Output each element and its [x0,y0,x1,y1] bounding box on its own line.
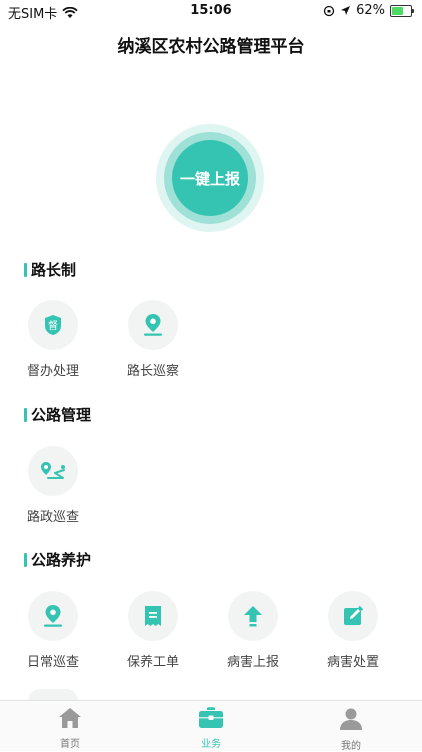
grid-item-label: 路政巡查 [26,510,79,525]
location-pin-icon [44,605,62,627]
icon-circle [228,591,278,641]
bottom-tab-bar: 首页 业务 我的 [0,700,422,752]
briefcase-icon [199,707,223,728]
grid-item-supervise[interactable]: 督 督办处理 [3,300,103,379]
icon-circle [28,591,78,641]
section-title-label: 公路管理 [31,406,92,424]
grid-item-label: 日常巡查 [26,655,79,670]
battery-percent: 62% [356,3,385,18]
tab-label: 业务 [201,739,221,750]
grid-item-label: 病害处置 [326,655,379,670]
upload-arrow-icon [244,606,262,627]
grid-item-road-admin-patrol[interactable]: 路政巡查 [3,446,103,525]
grid-item-road-chief-patrol[interactable]: 路长巡察 [103,300,203,379]
tab-home[interactable]: 首页 [10,707,130,750]
section-accent-bar [24,552,27,567]
tab-label: 首页 [60,739,80,750]
badge-char: 督 [48,319,58,332]
tab-business[interactable]: 业务 [151,707,271,750]
grid-item-daily-patrol[interactable]: 日常巡查 [3,591,103,670]
section-accent-bar [24,262,27,277]
section-title-road-management: 公路管理 [24,404,91,425]
section-title-label: 路长制 [31,261,77,279]
battery-fill [392,6,403,15]
location-pin-icon [144,314,162,336]
user-icon [340,708,362,730]
grid-item-defect-handling[interactable]: 病害处置 [303,591,403,670]
grid-item-label: 督办处理 [26,364,79,379]
section-title-road-maintenance: 公路养护 [24,549,91,570]
icon-circle: 督 [28,300,78,350]
supervise-badge-icon: 督 [45,315,61,335]
report-button-ring: 一键上报 [164,132,256,224]
status-bar: 无SIM卡 15:06 62% [0,0,422,22]
orientation-lock-icon [323,5,335,16]
grid-item-maintenance-order[interactable]: 保养工单 [103,591,203,670]
home-icon [59,708,81,728]
battery-icon [390,4,414,17]
grid-item-label: 病害上报 [226,655,279,670]
receipt-icon [145,606,161,626]
grid-item-label: 路长巡察 [126,364,179,379]
page-title: 纳溪区农村公路管理平台 [117,37,305,57]
location-arrow-icon [341,6,351,15]
icon-circle [28,446,78,496]
tab-mine[interactable]: 我的 [291,707,411,752]
report-button-label: 一键上报 [179,169,240,188]
edit-icon [344,605,364,625]
icon-circle [328,591,378,641]
one-key-report-button[interactable]: 一键上报 [156,124,264,232]
status-right: 62% [323,3,414,18]
section-title-road-chief: 路长制 [24,259,76,280]
icon-circle [128,591,178,641]
section-accent-bar [24,407,27,422]
grid-item-defect-report[interactable]: 病害上报 [203,591,303,670]
grid-item-label: 保养工单 [126,655,179,670]
icon-circle [128,300,178,350]
report-button-core: 一键上报 [172,140,248,216]
section-title-label: 公路养护 [31,551,92,569]
map-route-icon [41,462,65,479]
